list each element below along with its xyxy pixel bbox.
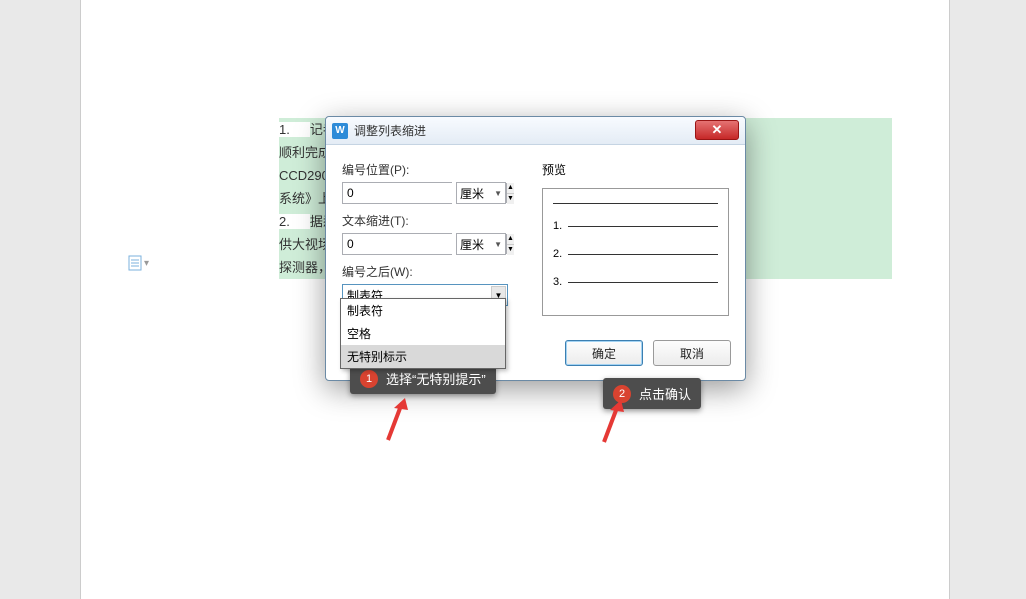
text-indent-input[interactable]: ▲ ▼ <box>342 233 452 255</box>
page-indicator-icon: ▾ <box>128 255 149 271</box>
dialog-titlebar[interactable]: W 调整列表缩进 ✕ <box>326 117 745 145</box>
after-number-label: 编号之后(W): <box>342 263 512 280</box>
number-position-label: 编号位置(P): <box>342 161 512 178</box>
option-space[interactable]: 空格 <box>341 322 505 345</box>
dialog-title: 调整列表缩进 <box>354 122 426 139</box>
tip-badge: 1 <box>360 370 378 388</box>
after-number-dropdown: 制表符 空格 无特别标示 <box>340 298 506 369</box>
spinner-down-icon[interactable]: ▼ <box>507 245 514 255</box>
spinner-up-icon[interactable]: ▲ <box>507 234 514 245</box>
option-tab[interactable]: 制表符 <box>341 299 505 322</box>
option-none[interactable]: 无特别标示 <box>341 345 505 368</box>
spinner-up-icon[interactable]: ▲ <box>507 183 514 194</box>
preview-label: 预览 <box>542 161 729 178</box>
chevron-down-icon: ▼ <box>494 189 502 198</box>
unit-combo[interactable]: 厘米 ▼ <box>456 233 506 255</box>
chevron-down-icon: ▼ <box>494 240 502 249</box>
app-logo-icon: W <box>332 123 348 139</box>
arrow-annotation-icon <box>596 400 626 450</box>
cancel-button[interactable]: 取消 <box>653 340 731 366</box>
close-button[interactable]: ✕ <box>695 120 739 140</box>
tip-text: 点击确认 <box>639 384 691 403</box>
spinner-down-icon[interactable]: ▼ <box>507 194 514 204</box>
close-icon: ✕ <box>712 122 723 138</box>
preview-box: 1. 2. 3. <box>542 188 729 316</box>
arrow-annotation-icon <box>380 398 410 448</box>
ok-button[interactable]: 确定 <box>565 340 643 366</box>
unit-combo[interactable]: 厘米 ▼ <box>456 182 506 204</box>
number-position-input[interactable]: ▲ ▼ <box>342 182 452 204</box>
chevron-down-icon: ▾ <box>144 258 149 269</box>
tip-text: 选择“无特别提示” <box>386 369 486 388</box>
text-indent-label: 文本缩进(T): <box>342 212 512 229</box>
